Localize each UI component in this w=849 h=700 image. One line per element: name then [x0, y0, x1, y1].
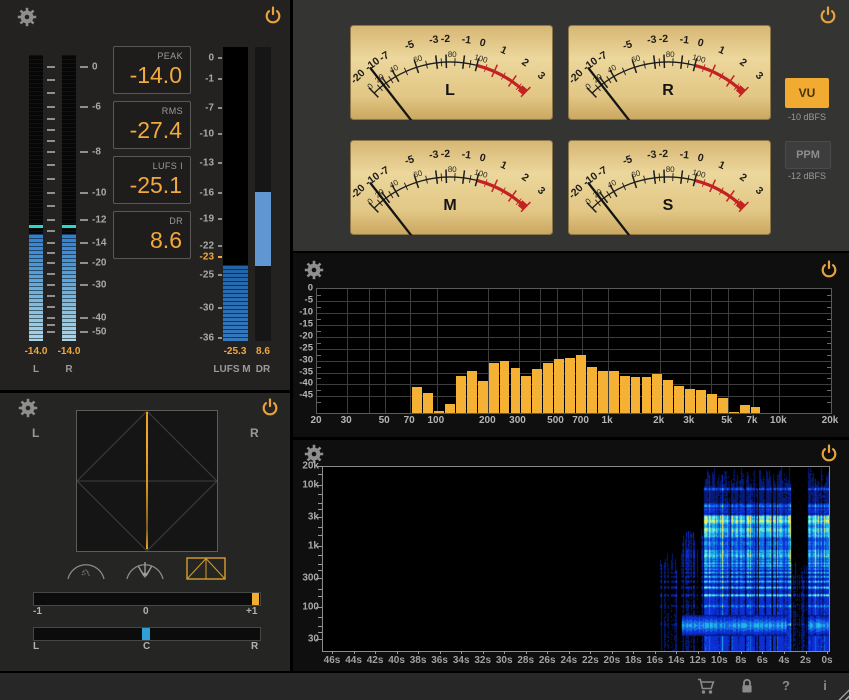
dome-scatter-icon [66, 557, 106, 581]
correlation-meter[interactable] [33, 592, 261, 606]
svg-text:M: M [443, 197, 456, 214]
scope-trace [146, 412, 148, 549]
lufs-fill [223, 265, 248, 341]
svg-text:-3: -3 [646, 33, 657, 46]
spectrogram-canvas [323, 467, 829, 651]
lufs-value: -25.3 [224, 346, 247, 357]
dome-burst-icon [125, 557, 165, 581]
dr-fill [255, 192, 271, 266]
bottom-toolbar: ? i [0, 673, 849, 700]
meter-label-R: R [65, 364, 72, 375]
svg-text:-2: -2 [659, 148, 669, 160]
settings-gear-icon[interactable] [18, 398, 38, 423]
svg-text:S: S [663, 197, 674, 214]
svg-text:-1: -1 [461, 149, 472, 162]
svg-text:80: 80 [448, 50, 458, 59]
vu-meter-panel: -20-10-7-5-3-2-10123020406080100L -20-10… [293, 0, 849, 251]
vu-meter: -20-10-7-5-3-2-10123020406080100L [350, 25, 553, 120]
svg-text:L: L [445, 82, 455, 99]
correlation-min-label: -1 [33, 606, 42, 617]
svg-text:-2: -2 [441, 33, 451, 45]
power-icon[interactable] [264, 6, 282, 30]
svg-text:-2: -2 [441, 148, 451, 160]
balance-left-label: L [33, 641, 39, 652]
svg-text:-1: -1 [679, 34, 690, 47]
correlation-mid-label: 0 [143, 606, 149, 617]
meter-value-R: -14.0 [58, 346, 81, 357]
balance-handle[interactable] [142, 628, 150, 640]
balance-right-label: R [251, 641, 258, 652]
help-icon[interactable]: ? [779, 678, 793, 693]
balance-center-label: C [143, 641, 150, 652]
power-icon[interactable] [820, 444, 838, 468]
dr-label: DR [256, 364, 270, 375]
correlation-handle[interactable] [252, 593, 259, 605]
vu-meter: -20-10-7-5-3-2-10123020406080100S [568, 140, 771, 235]
svg-text:-3: -3 [428, 148, 439, 161]
svg-text:80: 80 [448, 165, 458, 174]
meter-label-L: L [33, 364, 39, 375]
resize-handle[interactable] [834, 685, 849, 700]
svg-text:-3: -3 [646, 148, 657, 161]
dr-value: 8.6 [256, 346, 270, 357]
lufs-scale: 0-1-7-10-13-16-19-22-23-25-30-36 [0, 47, 222, 341]
lufs-meter [223, 47, 248, 341]
vu-mode-sublabel: -10 dBFS [781, 112, 833, 122]
vu-meter: -20-10-7-5-3-2-10123020406080100M [350, 140, 553, 235]
ppm-mode-button[interactable]: PPM [785, 141, 831, 169]
lock-icon[interactable] [740, 678, 754, 700]
level-meter-panel: 0-6-8-10-12-14-20-30-40-50 PEAK -14.0 RM… [0, 0, 290, 390]
spectrum-plot [316, 288, 832, 414]
scope-mode-burst-button[interactable] [125, 557, 165, 581]
svg-text:R: R [662, 82, 674, 99]
svg-text:-3: -3 [428, 33, 439, 46]
stereo-scope-panel: L R [0, 393, 290, 671]
settings-gear-icon[interactable] [304, 260, 324, 285]
power-icon[interactable] [819, 6, 837, 30]
vu-mode-button[interactable]: VU [785, 78, 829, 108]
panorama-diamond-icon [186, 557, 226, 581]
svg-text:-2: -2 [659, 33, 669, 45]
vu-meter: -20-10-7-5-3-2-10123020406080100R [568, 25, 771, 120]
meter-value-L: -14.0 [25, 346, 48, 357]
info-icon[interactable]: i [818, 678, 832, 693]
spectrogram-panel: 20k10k3k1k30010030 46s44s42s40s38s36s34s… [293, 440, 849, 671]
svg-text:80: 80 [666, 165, 676, 174]
scope-right-label: R [250, 426, 259, 440]
scope-mode-cloud-button[interactable] [66, 557, 106, 581]
scope-mode-panorama-button[interactable] [186, 557, 226, 581]
power-icon[interactable] [261, 398, 279, 422]
cart-icon[interactable] [697, 678, 716, 700]
svg-text:80: 80 [666, 50, 676, 59]
ppm-mode-sublabel: -12 dBFS [781, 171, 833, 181]
spectrogram-plot [322, 466, 830, 652]
scope-left-label: L [32, 426, 39, 440]
spectrum-analyzer-panel: 0-5-10-15-20-25-30-35-40-45 203050701002… [293, 253, 849, 437]
balance-meter[interactable] [33, 627, 261, 641]
correlation-max-label: +1 [246, 606, 257, 617]
power-icon[interactable] [820, 260, 838, 284]
vectorscope-display [76, 410, 218, 552]
settings-gear-icon[interactable] [17, 7, 37, 32]
svg-text:-1: -1 [679, 149, 690, 162]
plugin-window: 0-6-8-10-12-14-20-30-40-50 PEAK -14.0 RM… [0, 0, 849, 700]
lufs-label: LUFS M [213, 364, 250, 375]
svg-text:-1: -1 [461, 34, 472, 47]
dr-meter [255, 47, 271, 341]
